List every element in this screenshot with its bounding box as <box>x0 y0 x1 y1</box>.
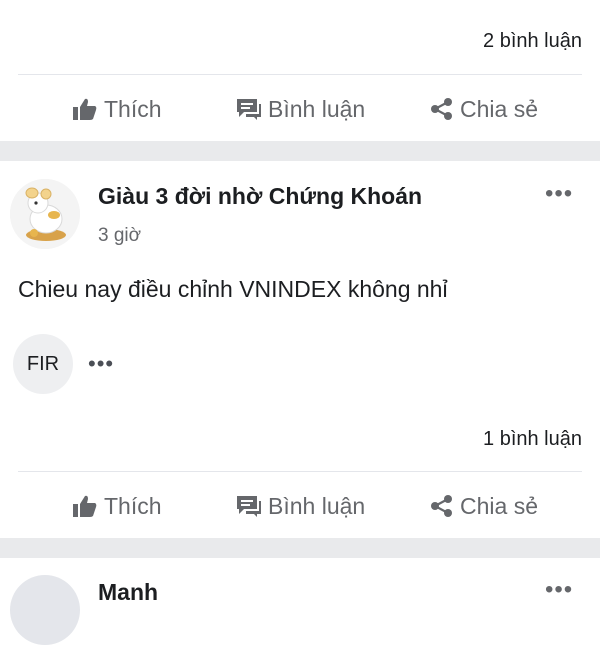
share-icon <box>430 494 454 518</box>
post-separator <box>0 538 600 558</box>
share-label: Chia sẻ <box>460 95 538 122</box>
share-button[interactable]: Chia sẻ <box>430 493 538 520</box>
post-separator <box>0 141 600 161</box>
like-button[interactable]: Thích <box>72 493 162 520</box>
author-name[interactable]: Manh <box>98 579 158 606</box>
post-actions: Thích Bình luận Chia sẻ <box>0 478 600 534</box>
comment-icon <box>236 494 262 518</box>
comment-button[interactable]: Bình luận <box>236 96 365 123</box>
share-icon <box>430 97 454 121</box>
divider <box>18 471 582 472</box>
reactors-more-button[interactable]: ••• <box>88 351 114 377</box>
comment-label: Bình luận <box>268 492 366 519</box>
divider <box>18 74 582 75</box>
rat-figurine-icon <box>10 179 80 249</box>
more-options-button[interactable]: ••• <box>545 180 573 208</box>
comment-count[interactable]: 1 bình luận <box>483 428 582 451</box>
comment-button[interactable]: Bình luận <box>236 493 365 520</box>
post-time[interactable]: 3 giờ <box>98 225 141 247</box>
thumbs-up-icon <box>72 97 98 121</box>
author-avatar[interactable] <box>10 575 80 645</box>
author-avatar[interactable] <box>10 179 80 249</box>
comment-icon <box>236 97 262 121</box>
thumbs-up-icon <box>72 494 98 518</box>
author-name[interactable]: Giàu 3 đời nhờ Chứng Khoán <box>98 183 422 210</box>
reactor-avatar[interactable]: FIR <box>13 334 73 394</box>
post-actions: Thích Bình luận Chia sẻ <box>0 81 600 137</box>
like-button[interactable]: Thích <box>72 96 162 123</box>
comment-count[interactable]: 2 bình luận <box>483 30 582 53</box>
like-label: Thích <box>104 492 162 519</box>
post-content: Chieu nay điều chỉnh VNINDEX không nhỉ <box>18 276 448 302</box>
share-label: Chia sẻ <box>460 492 538 519</box>
comment-label: Bình luận <box>268 95 366 122</box>
share-button[interactable]: Chia sẻ <box>430 96 538 123</box>
like-label: Thích <box>104 95 162 122</box>
